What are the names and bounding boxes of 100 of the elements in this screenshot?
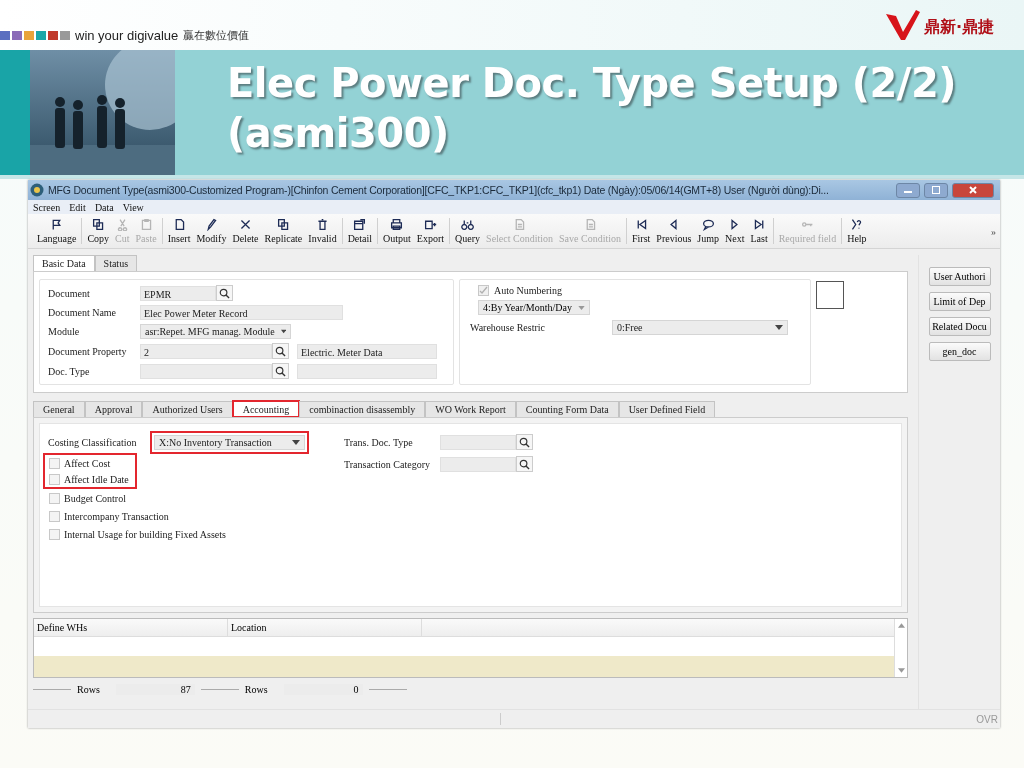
- side-button[interactable]: gen_doc: [928, 342, 991, 361]
- scrollbar[interactable]: [894, 619, 907, 677]
- toolbar-button[interactable]: Next: [722, 218, 748, 244]
- search-button[interactable]: [272, 343, 289, 359]
- toolbar-button[interactable]: Replicate: [261, 218, 306, 244]
- input-field[interactable]: EPMR: [140, 285, 216, 301]
- menu-item[interactable]: View: [122, 201, 144, 213]
- checkbox-label: Budget Control: [64, 492, 126, 504]
- checkbox[interactable]: [49, 510, 60, 522]
- document-icon: [513, 218, 527, 231]
- checkbox[interactable]: [49, 528, 60, 540]
- toolbar-button[interactable]: Export: [413, 218, 448, 244]
- image-frame: [816, 281, 844, 309]
- status-mode: OVR: [976, 713, 998, 725]
- toolbar-button[interactable]: Modify: [193, 218, 230, 244]
- column-header: Location: [228, 619, 422, 636]
- down-arrow-icon: [897, 668, 905, 673]
- tab[interactable]: User Defined Field: [618, 401, 716, 417]
- skip-last-icon: [752, 218, 766, 231]
- caret-icon: [775, 324, 783, 330]
- minimize-button[interactable]: [896, 182, 920, 198]
- search-button[interactable]: [216, 285, 233, 301]
- field-label: Doc. Type: [48, 365, 91, 377]
- toolbar-button[interactable]: Query: [452, 218, 484, 244]
- search-button[interactable]: [516, 456, 533, 472]
- pencil-icon: [204, 218, 218, 231]
- tagline-chinese: 贏在數位價值: [183, 27, 250, 43]
- toolbar-button[interactable]: Delete: [229, 218, 262, 244]
- up-arrow-icon: [897, 623, 905, 628]
- description-field: Electric. Meter Data: [297, 343, 437, 359]
- toolbar-overflow[interactable]: »: [991, 225, 996, 237]
- tab[interactable]: General: [33, 401, 85, 417]
- menu-item[interactable]: Data: [94, 201, 114, 213]
- toolbar-button[interactable]: Invalid: [305, 218, 340, 244]
- input-field[interactable]: [440, 456, 516, 472]
- tab[interactable]: Approval: [84, 401, 143, 417]
- flag-icon: [50, 218, 64, 231]
- dropdown[interactable]: X:No Inventory Transaction: [154, 434, 305, 450]
- toolbar-button[interactable]: Output: [380, 218, 414, 244]
- field-label: Warehouse Restric: [470, 321, 546, 333]
- toolbar-button[interactable]: Insert: [164, 218, 194, 244]
- checkbox[interactable]: [49, 473, 60, 485]
- copy-icon: [91, 218, 105, 231]
- input-field[interactable]: Elec Power Meter Record: [140, 305, 343, 320]
- checkbox-label: Internal Usage for building Fixed Assets: [64, 528, 226, 540]
- clipboard-icon: [139, 218, 153, 231]
- toolbar-button[interactable]: Detail: [344, 218, 376, 244]
- help-icon: [850, 218, 864, 231]
- field-label: Costing Classification: [48, 436, 138, 448]
- window-title: MFG Document Type(asmi300-Customized Program-)[Chinfon Cement Corporation][CFC_TKP1:CFC_TKP1](cfc_tkp1) Date (Ngày):05/06/14(GMT+8) User (Người dùng):Di...: [48, 184, 830, 196]
- dropdown[interactable]: asr:Repet. MFG manag. Module: [140, 324, 291, 339]
- search-icon: [275, 345, 286, 357]
- input-field[interactable]: [140, 363, 272, 379]
- tab[interactable]: WO Work Report: [425, 401, 516, 417]
- copy-icon: [276, 218, 290, 231]
- menu-item[interactable]: Screen: [33, 201, 61, 213]
- tab[interactable]: Basic Data: [33, 255, 95, 271]
- toolbar-button[interactable]: First: [629, 218, 654, 244]
- tab[interactable]: Accounting: [232, 401, 300, 417]
- toolbar-button[interactable]: Jump: [694, 218, 722, 244]
- color-squares-icon: [0, 30, 70, 40]
- tab[interactable]: combinaction disassembly: [299, 401, 426, 417]
- toolbar-button[interactable]: Help: [844, 218, 870, 244]
- toolbar-button[interactable]: Last: [747, 218, 771, 244]
- checkbox-label: Affect Idle Date: [64, 473, 129, 485]
- tab[interactable]: Counting Form Data: [515, 401, 619, 417]
- checkbox-label: Affect Cost: [64, 457, 111, 469]
- caret-icon: [280, 329, 286, 334]
- field-label: Document Property: [48, 345, 128, 357]
- toolbar-button[interactable]: Language: [34, 218, 80, 244]
- side-button[interactable]: User Authori: [928, 267, 991, 286]
- input-field[interactable]: 2: [140, 343, 272, 359]
- checkbox[interactable]: [49, 457, 60, 469]
- app-icon: [30, 183, 44, 197]
- caret-icon: [578, 305, 585, 310]
- input-field[interactable]: [440, 434, 516, 450]
- toolbar-button[interactable]: Previous: [653, 218, 695, 244]
- dropdown[interactable]: 0:Free: [612, 319, 788, 335]
- side-button[interactable]: Related Docu: [928, 317, 991, 336]
- search-button[interactable]: [516, 434, 533, 450]
- side-button[interactable]: Limit of Dep: [928, 292, 991, 311]
- search-button[interactable]: [272, 363, 289, 379]
- field-label: Module: [48, 326, 81, 337]
- search-icon: [519, 458, 530, 470]
- v-logo-icon: [885, 10, 920, 40]
- column-header: Define WHs: [34, 619, 228, 636]
- rows-label: Rows: [244, 683, 268, 695]
- tab[interactable]: Status: [94, 255, 138, 271]
- slide-title: Elec Power Doc. Type Setup (2/2): [227, 59, 957, 108]
- close-button[interactable]: [952, 182, 994, 198]
- maximize-icon: [931, 186, 941, 194]
- tab[interactable]: Authorized Users: [142, 401, 233, 417]
- checkbox[interactable]: [49, 492, 60, 504]
- slide-title: (asmi300): [227, 109, 450, 158]
- menu-item[interactable]: Edit: [69, 201, 86, 213]
- checkbox-label: Intercompany Transaction: [64, 510, 169, 522]
- search-icon: [519, 436, 530, 448]
- toolbar-button[interactable]: Copy: [84, 218, 113, 244]
- maximize-button[interactable]: [924, 182, 948, 198]
- check-icon: [479, 286, 488, 295]
